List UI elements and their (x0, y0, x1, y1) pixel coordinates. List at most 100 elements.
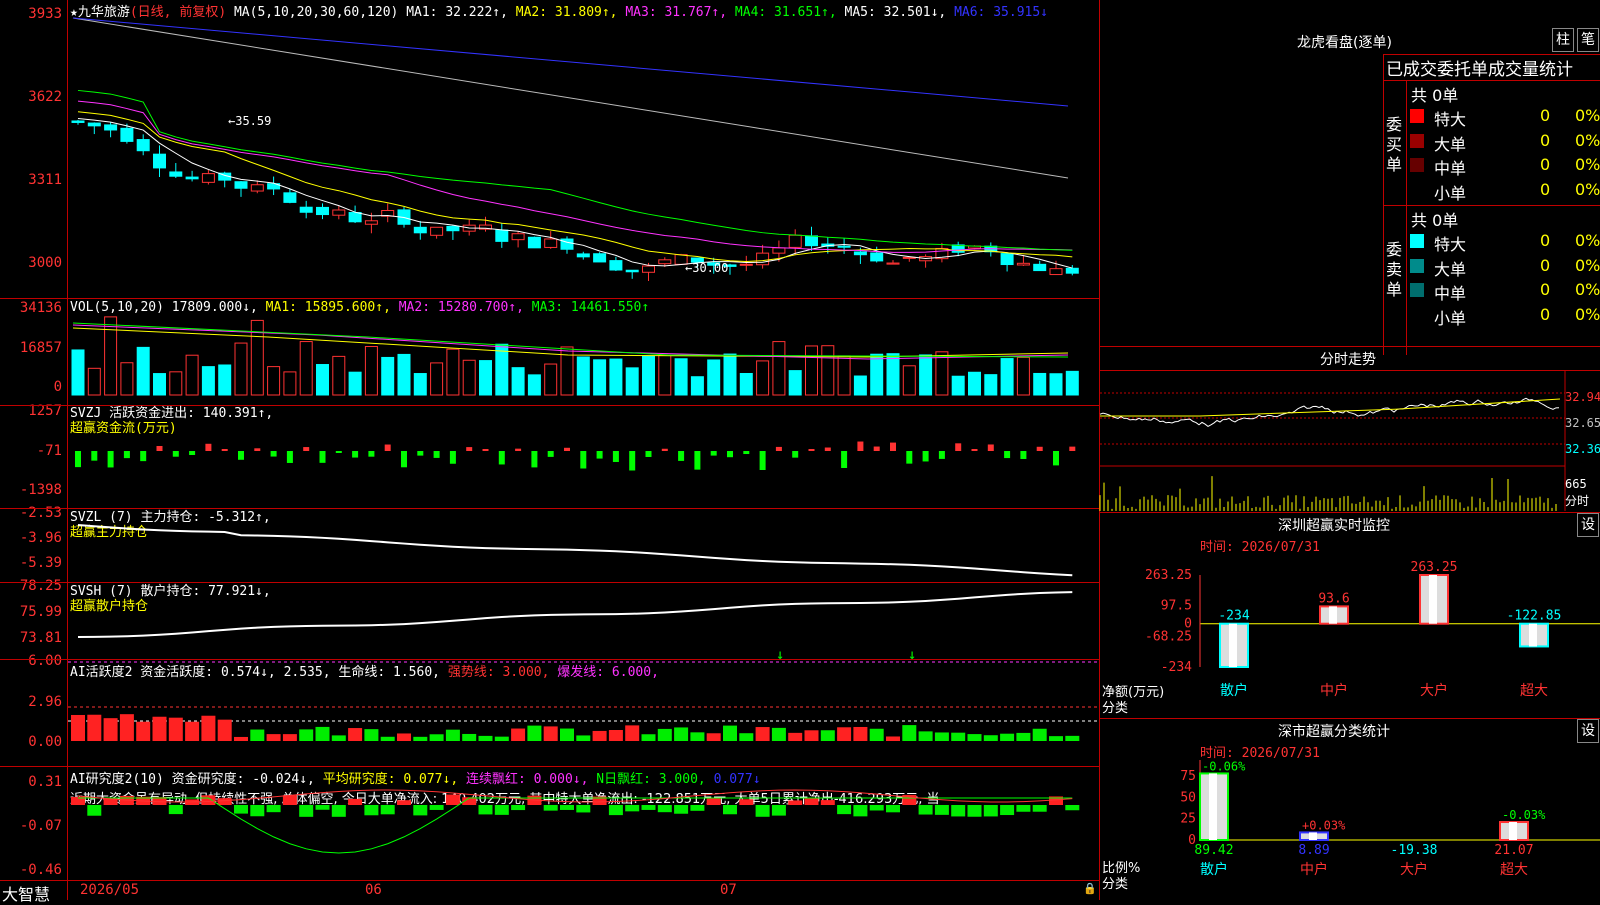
research-bar (87, 805, 102, 816)
research-bar (690, 805, 705, 811)
classify-bar-chart[interactable]: 7550250-0.06%89.42散户+0.03%8.89中户-19.38大户… (1100, 759, 1600, 900)
candle (185, 176, 199, 180)
candlestick-chart[interactable] (68, 17, 1098, 298)
activity-bar (788, 732, 803, 741)
svsh-chart[interactable] (68, 584, 1098, 659)
volume-value: 0 (1540, 304, 1551, 324)
volume-chart[interactable] (68, 315, 1098, 397)
research-bar (674, 805, 689, 814)
candle (364, 220, 378, 225)
volume-bar (739, 372, 753, 396)
bar-mode-button[interactable]: 柱 (1552, 28, 1574, 52)
flow-bar (841, 451, 848, 468)
flow-bar (743, 451, 750, 455)
flow-bar (238, 451, 244, 460)
volume-bar (527, 374, 541, 396)
activity-bar (103, 718, 118, 741)
flow-bar (629, 451, 636, 471)
candle (1033, 263, 1047, 272)
activity-bar (478, 735, 493, 741)
research-bar (413, 805, 428, 816)
volume-bar (576, 356, 590, 396)
classify-settings-button[interactable]: 设 (1577, 719, 1599, 743)
flow-bar (449, 451, 456, 464)
ai1-axis-mid: 2.96 (28, 694, 62, 710)
intraday-unit: 分时 (1565, 494, 1590, 508)
activity-bar (168, 717, 183, 741)
sell-row: 中单 0 0% (1410, 280, 1600, 303)
volume-bar (413, 373, 427, 396)
size-label: 中单 (1434, 284, 1467, 303)
color-swatch (1410, 307, 1424, 322)
volume-bar (837, 355, 851, 396)
volume-bar (87, 367, 101, 396)
bar-value-label: 263.25 (1411, 560, 1458, 575)
ai-research-chart[interactable] (68, 768, 1098, 880)
panel-separator (0, 582, 1100, 583)
research-bar (967, 805, 982, 817)
volume-bar (1065, 370, 1079, 396)
svzl-chart[interactable] (68, 510, 1098, 582)
size-label: 中单 (1434, 159, 1467, 178)
research-bar (739, 799, 754, 805)
ai2-axis-bottom: -0.46 (19, 862, 62, 878)
flow-bar (254, 448, 261, 451)
volume-bar (658, 354, 672, 396)
tick-mode-button[interactable]: 笔 (1577, 28, 1599, 52)
flow-bar (710, 451, 717, 456)
flow-bar (955, 443, 962, 451)
flow-bar (107, 451, 114, 468)
category-label: 大户 (1420, 682, 1448, 699)
volume-value: 0 (1540, 280, 1551, 299)
research-bar (771, 805, 786, 816)
percent-value: 0% (1575, 280, 1600, 299)
intraday-title: 分时走势 (1320, 352, 1376, 368)
candle (446, 225, 460, 232)
lock-icon[interactable]: 🔒 (1083, 882, 1097, 895)
activity-bar (820, 730, 835, 741)
candle (805, 235, 818, 247)
buy-row: 大单 0 0% (1410, 131, 1600, 154)
candle (332, 209, 346, 216)
monitor-settings-button[interactable]: 设 (1577, 513, 1599, 537)
activity-bar (250, 729, 265, 741)
bar-highlight (1329, 606, 1337, 624)
flow-bar (906, 451, 913, 464)
activity-bar (527, 725, 542, 741)
research-bar (706, 798, 721, 805)
activity-bar (853, 726, 868, 741)
flow-bar (857, 441, 864, 451)
flow-bar (368, 451, 375, 457)
category-label: 散户 (1200, 861, 1228, 878)
research-bar (853, 805, 868, 817)
intraday-chart[interactable] (1099, 371, 1600, 511)
activity-bar (119, 714, 134, 741)
ma-line (77, 111, 1073, 263)
activity-bar (560, 728, 574, 741)
candle (136, 139, 150, 152)
research-bar (951, 805, 966, 817)
volume-bar (495, 343, 509, 396)
research-bar (266, 805, 281, 813)
activity-bar (282, 734, 297, 741)
retail-holding-line (77, 591, 1073, 638)
candle (348, 212, 362, 223)
candle (299, 206, 313, 213)
candle (527, 236, 541, 249)
monitor-bar-chart[interactable]: 263.2597.50-68.25-234-234散户93.6中户263.25大… (1100, 555, 1600, 720)
research-bar (886, 805, 900, 813)
research-bar (918, 805, 933, 815)
flow-bar (1004, 451, 1011, 459)
candle (234, 181, 248, 189)
svzj-chart[interactable] (68, 406, 1098, 508)
volume-bar (935, 351, 949, 396)
ai-activity-chart[interactable]: ↓ ↓ (68, 647, 1098, 766)
panel-separator (0, 659, 1100, 660)
activity-bar (429, 734, 444, 741)
axis-label: 3622 (28, 89, 62, 105)
axis-tick: 75 (1180, 769, 1196, 784)
volume-bar (723, 353, 737, 396)
buy-total: 共 0单 (1411, 86, 1459, 105)
research-bar (983, 805, 998, 817)
volume-bar (902, 365, 916, 396)
